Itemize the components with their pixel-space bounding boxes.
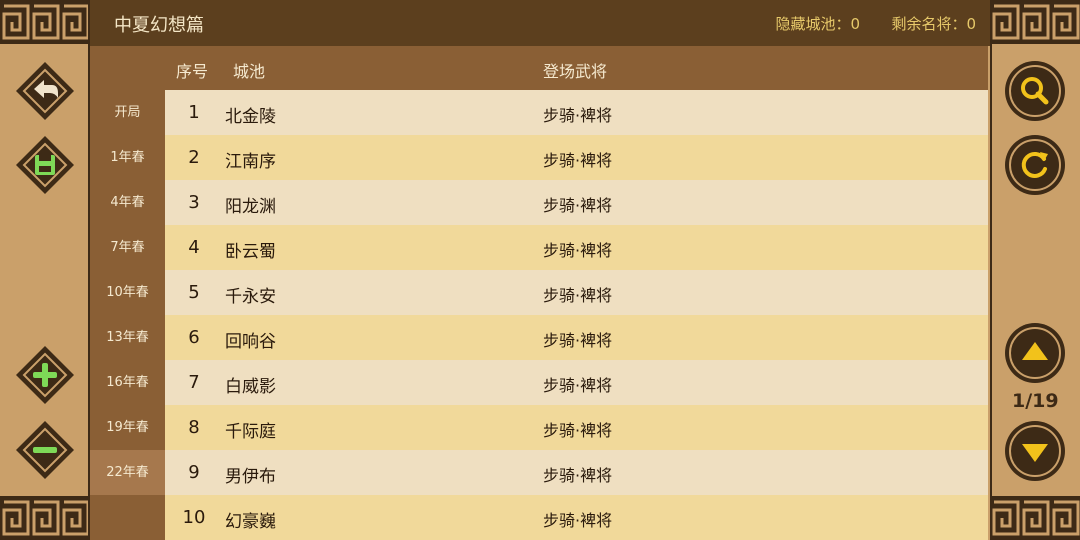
refresh-button[interactable] [1004,134,1066,196]
fret-decoration-bottom-left [0,496,90,540]
add-button[interactable] [14,344,76,406]
search-button[interactable] [1004,60,1066,122]
page-title: 中夏幻想篇 [114,15,204,36]
down-triangle-icon [1005,421,1065,481]
season-label: 1年春 [110,150,145,165]
season-label: 19年春 [106,420,149,435]
season-label: 开局 [114,105,141,120]
save-button[interactable] [14,134,76,196]
right-toolbar: 1/19 [990,0,1080,540]
season-label: 13年春 [106,330,149,345]
generals-text: 步骑·裨将 [543,106,613,125]
save-icon [16,136,74,194]
table-row[interactable]: 6 回响谷 步骑·裨将 [165,315,988,360]
row-number: 6 [188,327,200,348]
generals-text: 步骑·裨将 [543,196,613,215]
generals-text: 步骑·裨将 [543,331,613,350]
hidden-cities-count: 隐藏城池：0 [775,15,860,33]
table-row[interactable]: 7 白威影 步骑·裨将 [165,360,988,405]
table-row[interactable]: 4 卧云蜀 步骑·裨将 [165,225,988,270]
column-header-city: 城池 [233,62,266,81]
table-row[interactable]: 8 千际庭 步骑·裨将 [165,405,988,450]
fret-decoration-bottom-right [990,496,1080,540]
table-row[interactable]: 2 江南序 步骑·裨将 [165,135,988,180]
back-arrow-icon [16,62,74,120]
row-number: 8 [188,417,200,438]
city-name: 北金陵 [225,107,276,127]
table-row[interactable]: 1 北金陵 步骑·裨将 [165,90,988,135]
top-bar: 中夏幻想篇 隐藏城池：0 剩余名将：0 [90,0,990,46]
generals-text: 步骑·裨将 [543,241,613,260]
column-header-generals: 登场武将 [543,62,608,81]
season-label: 16年春 [106,375,149,390]
column-header-number: 序号 [176,62,209,81]
row-number: 1 [188,102,200,123]
city-name: 幻豪巍 [225,512,276,532]
generals-text: 步骑·裨将 [543,286,613,305]
season-label-selected: 22年春 [90,450,165,495]
season-label: 4年春 [110,195,145,210]
page-indicator: 1/19 [1012,390,1059,412]
table-header: 序号 城池 登场武将 [90,46,988,90]
fret-decoration-top-left [0,0,90,44]
plus-icon [16,346,74,404]
row-number: 5 [188,282,200,303]
generals-text: 步骑·裨将 [543,466,613,485]
right-divider [990,0,992,540]
page-down-button[interactable] [1004,420,1066,482]
table-row[interactable]: 5 千永安 步骑·裨将 [165,270,988,315]
city-name: 千际庭 [225,422,276,442]
minus-icon [16,421,74,479]
row-number: 10 [182,507,206,528]
up-triangle-icon [1005,323,1065,383]
generals-text: 步骑·裨将 [543,511,613,530]
city-name: 回响谷 [225,332,276,352]
row-number: 4 [188,237,200,258]
city-name: 千永安 [225,287,276,307]
row-number: 9 [188,462,200,483]
season-label: 10年春 [106,285,149,300]
city-name: 卧云蜀 [225,242,276,262]
city-name: 白威影 [225,377,276,397]
back-button[interactable] [14,60,76,122]
city-name: 男伊布 [225,467,276,487]
page-up-button[interactable] [1004,322,1066,384]
season-label: 7年春 [110,240,145,255]
left-toolbar [0,0,90,540]
generals-text: 步骑·裨将 [543,151,613,170]
generals-text: 步骑·裨将 [543,421,613,440]
remaining-generals-count: 剩余名将：0 [891,15,976,33]
refresh-icon [1005,135,1065,195]
city-name: 阳龙渊 [225,197,276,217]
season-column: 开局 1年春 4年春 7年春 10年春 13年春 16年春 19年春 22年春 [90,46,165,540]
row-number: 3 [188,192,200,213]
table-row[interactable]: 3 阳龙渊 步骑·裨将 [165,180,988,225]
row-number: 2 [188,147,200,168]
table-row[interactable]: 10 幻豪巍 步骑·裨将 [165,495,988,540]
search-icon [1005,61,1065,121]
row-number: 7 [188,372,200,393]
generals-text: 步骑·裨将 [543,376,613,395]
city-name: 江南序 [225,152,276,172]
fret-decoration-top-right [990,0,1080,44]
table-row[interactable]: 9 男伊布 步骑·裨将 [165,450,988,495]
remove-button[interactable] [14,419,76,481]
